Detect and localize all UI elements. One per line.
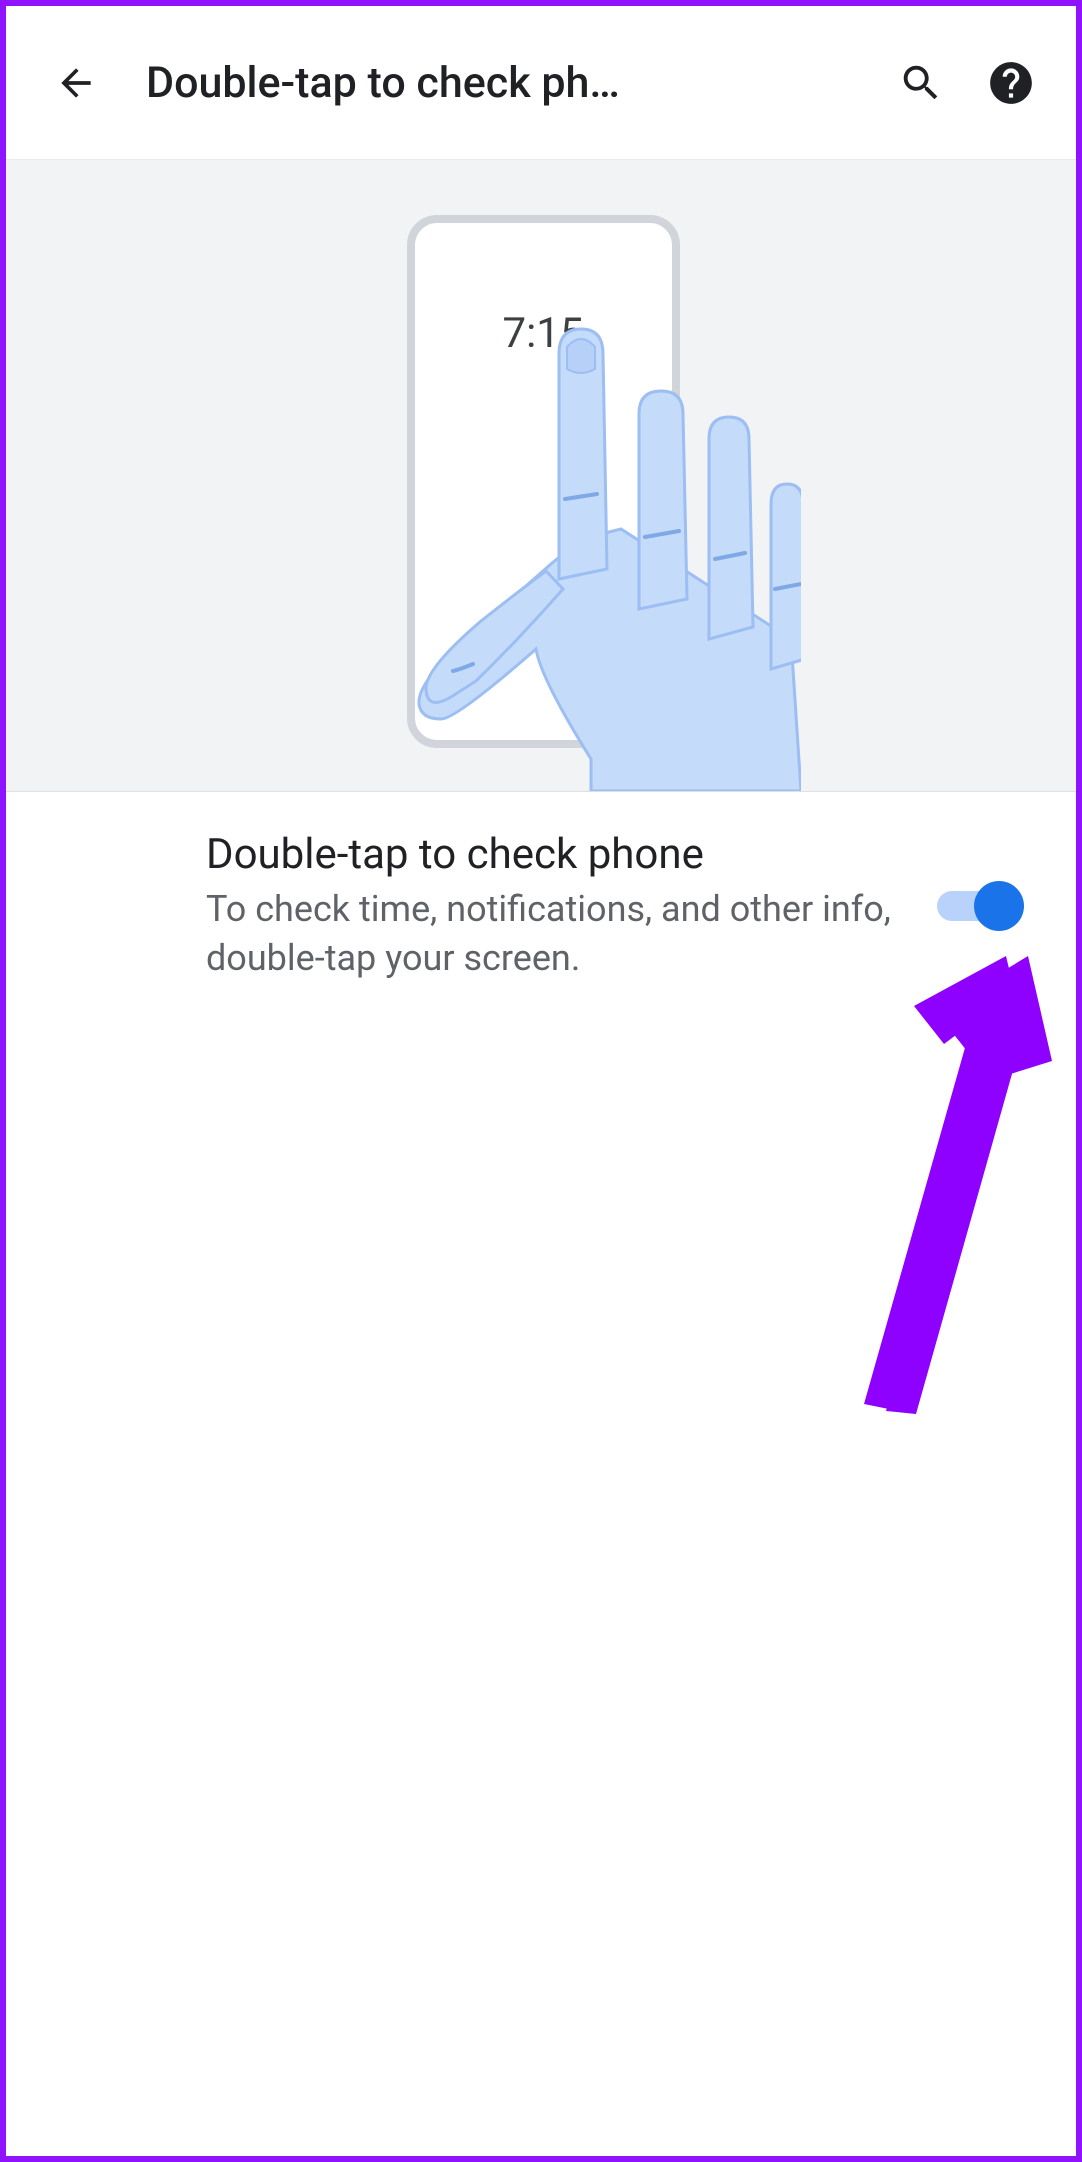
setting-description: To check time, notifications, and other … — [206, 885, 894, 982]
hero-illustration: 7:15 — [6, 160, 1076, 792]
search-icon — [898, 60, 944, 106]
back-arrow-icon — [54, 61, 98, 105]
phone-hand-illustration: 7:15 — [281, 160, 801, 791]
toggle-switch[interactable] — [934, 880, 1024, 932]
search-button[interactable] — [896, 58, 946, 108]
help-icon — [986, 58, 1036, 108]
back-button[interactable] — [46, 53, 106, 113]
setting-row-double-tap[interactable]: Double-tap to check phone To check time,… — [6, 792, 1076, 1020]
setting-text: Double-tap to check phone To check time,… — [206, 830, 934, 982]
app-bar: Double-tap to check ph… — [6, 6, 1076, 160]
setting-title: Double-tap to check phone — [206, 830, 894, 879]
page-title: Double-tap to check ph… — [146, 58, 896, 108]
help-button[interactable] — [986, 58, 1036, 108]
